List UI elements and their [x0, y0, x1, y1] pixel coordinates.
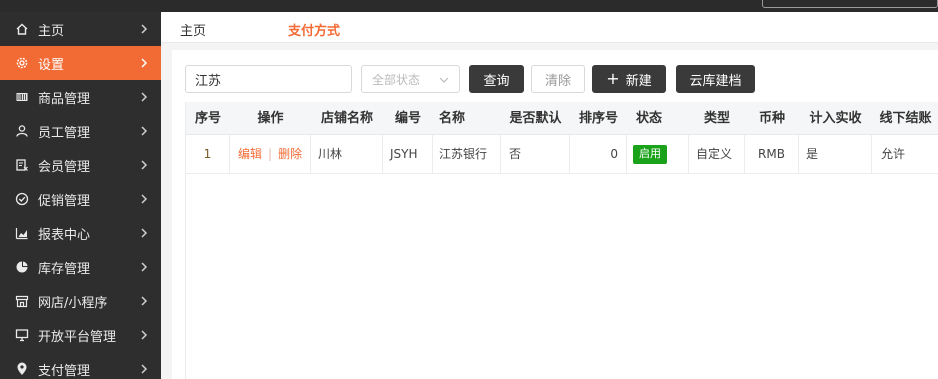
chevron-right-icon	[137, 328, 151, 342]
cell-sort: 0	[570, 135, 627, 173]
chevron-down-icon	[439, 74, 449, 84]
bar-chart-icon	[15, 226, 29, 240]
cell-offline: 允许	[881, 147, 906, 161]
sidebar-item-inventory[interactable]: 库存管理	[0, 250, 161, 284]
home-icon	[15, 22, 29, 36]
sidebar-item-label: 商品管理	[38, 91, 91, 107]
sidebar-item-label: 员工管理	[38, 125, 91, 141]
column-header: 排序号	[578, 111, 618, 126]
main-panel: 全部状态 查询 清除 + 新建 云库建档 序号 操作 店铺名称 编号 名称 是否…	[172, 50, 938, 379]
plus-icon: +	[606, 69, 620, 88]
status-badge: 启用	[633, 145, 667, 164]
location-pin-icon	[15, 362, 29, 376]
sidebar-item-label: 促销管理	[38, 193, 91, 209]
chevron-right-icon	[137, 294, 151, 308]
payment-methods-table: 序号 操作 店铺名称 编号 名称 是否默认 排序号 状态 类型 币种 计入实收 …	[185, 102, 938, 379]
column-header: 名称	[439, 111, 466, 126]
cell-status: 启用	[627, 135, 689, 173]
status-select-placeholder: 全部状态	[372, 72, 421, 87]
column-header: 计入实收	[809, 111, 862, 126]
sidebar-item-staff[interactable]: 员工管理	[0, 114, 161, 148]
sidebar-item-home[interactable]: 主页	[0, 12, 161, 46]
sidebar-item-label: 会员管理	[38, 159, 91, 175]
cell-store: 川林	[311, 135, 383, 173]
gear-icon	[15, 56, 29, 70]
sidebar-item-label: 主页	[38, 23, 65, 39]
chevron-right-icon	[137, 260, 151, 274]
member-card-icon	[15, 158, 29, 172]
sidebar-item-store[interactable]: 网店/小程序	[0, 284, 161, 318]
sidebar-item-settings[interactable]: 设置	[0, 46, 161, 80]
delete-link[interactable]: 删除	[278, 147, 302, 161]
clear-button[interactable]: 清除	[531, 65, 585, 93]
table-header: 序号 操作 店铺名称 编号 名称 是否默认 排序号 状态 类型 币种 计入实收 …	[186, 102, 938, 135]
sidebar-item-open-platform[interactable]: 开放平台管理	[0, 318, 161, 352]
column-header: 编号	[394, 111, 421, 126]
cell-type: 自定义	[689, 135, 745, 173]
action-separator: |	[268, 147, 273, 161]
top-bar	[0, 0, 938, 12]
monitor-icon	[15, 328, 29, 342]
chevron-right-icon	[137, 56, 151, 70]
cell-name: 江苏银行	[433, 135, 501, 173]
column-header: 店铺名称	[320, 111, 373, 126]
sidebar-item-label: 网店/小程序	[38, 295, 108, 311]
new-button[interactable]: + 新建	[592, 65, 666, 93]
cell-actions: 编辑 | 删除	[230, 135, 311, 173]
sidebar-item-goods[interactable]: 商品管理	[0, 80, 161, 114]
sidebar: 主页 设置 商品管理 员工管理 会员管理 促销管理 报表中心 库存管理 网店/小…	[0, 12, 161, 379]
edit-link[interactable]: 编辑	[238, 147, 262, 161]
column-header: 操作	[257, 111, 284, 126]
chevron-right-icon	[137, 22, 151, 36]
sidebar-item-members[interactable]: 会员管理	[0, 148, 161, 182]
store-icon	[15, 294, 29, 308]
tab-bar: 主页 支付方式	[161, 12, 938, 43]
table-row[interactable]: 1 编辑 | 删除 川林 JSYH 江苏银行 否 0 启用 自定义 RMB 是 允许	[186, 135, 938, 174]
sidebar-item-reports[interactable]: 报表中心	[0, 216, 161, 250]
query-button[interactable]: 查询	[469, 65, 524, 93]
new-button-label: 新建	[625, 73, 652, 89]
tab-home[interactable]: 主页	[180, 20, 206, 39]
sidebar-item-promotions[interactable]: 促销管理	[0, 182, 161, 216]
sidebar-item-label: 库存管理	[38, 261, 91, 277]
chevron-right-icon	[137, 192, 151, 206]
sidebar-item-label: 开放平台管理	[38, 329, 117, 345]
sidebar-item-payment[interactable]: 支付管理	[0, 352, 161, 379]
tab-payment-methods[interactable]: 支付方式	[288, 20, 340, 39]
column-header: 是否默认	[509, 111, 562, 126]
cell-index: 1	[186, 135, 230, 173]
chevron-right-icon	[137, 90, 151, 104]
chevron-right-icon	[137, 124, 151, 138]
sidebar-item-label: 设置	[38, 57, 65, 73]
chevron-right-icon	[137, 158, 151, 172]
barcode-icon	[15, 90, 29, 104]
cloud-archive-button[interactable]: 云库建档	[676, 65, 755, 93]
cell-code: JSYH	[383, 135, 433, 173]
cell-count-received: 是	[799, 135, 872, 173]
column-header: 类型	[703, 111, 730, 126]
pie-chart-icon	[15, 260, 29, 274]
column-header: 序号	[194, 111, 221, 126]
chevron-right-icon	[137, 226, 151, 240]
cell-default: 否	[501, 135, 570, 173]
sidebar-item-label: 支付管理	[38, 363, 91, 379]
column-header: 币种	[758, 111, 785, 126]
column-header: 线下结账	[879, 111, 932, 126]
user-icon	[15, 124, 29, 138]
top-search-box[interactable]	[762, 0, 938, 8]
search-input[interactable]	[185, 65, 352, 93]
cell-currency: RMB	[745, 135, 799, 173]
chevron-right-icon	[137, 362, 151, 376]
column-header: 状态	[635, 111, 662, 126]
check-circle-icon	[15, 192, 29, 206]
sidebar-item-label: 报表中心	[38, 227, 91, 243]
status-select[interactable]: 全部状态	[361, 65, 460, 93]
